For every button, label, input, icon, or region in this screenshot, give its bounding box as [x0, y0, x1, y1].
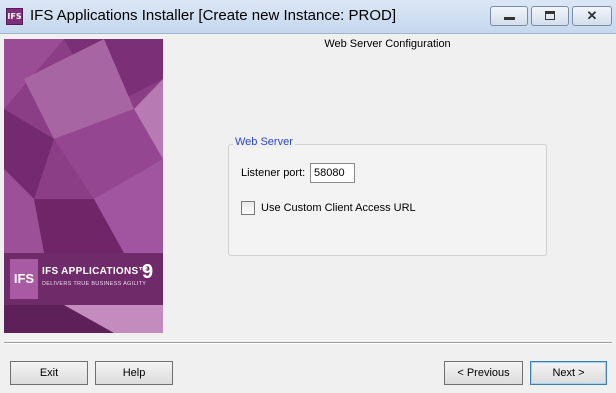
exit-button[interactable]: Exit [10, 361, 88, 385]
web-server-group [228, 144, 547, 256]
previous-button[interactable]: < Previous [444, 361, 523, 385]
installer-window: IFS IFS Applications Installer [Create n… [0, 0, 616, 393]
product-tagline: DELIVERS TRUE BUSINESS AGILITY [42, 281, 147, 287]
next-button[interactable]: Next > [530, 361, 607, 385]
logo-mark: IFS [10, 259, 38, 299]
ifs-app-icon: IFS [6, 8, 23, 25]
close-button[interactable]: ✕ [572, 6, 612, 26]
window-title: IFS Applications Installer [Create new I… [30, 7, 396, 24]
help-button[interactable]: Help [95, 361, 173, 385]
footer-separator [4, 342, 612, 344]
ifs-logo: IFS IFS APPLICATIONS™ 9 DELIVERS TRUE BU… [4, 253, 163, 305]
product-name: IFS APPLICATIONS™ [42, 266, 149, 277]
ifs-banner-image: IFS IFS APPLICATIONS™ 9 DELIVERS TRUE BU… [4, 39, 163, 333]
web-server-group-title: Web Server [233, 136, 295, 148]
title-bar[interactable]: IFS IFS Applications Installer [Create n… [0, 0, 616, 34]
maximize-button[interactable] [531, 6, 569, 26]
page-title: Web Server Configuration [324, 38, 451, 50]
custom-client-url-label[interactable]: Use Custom Client Access URL [261, 202, 416, 214]
close-icon: ✕ [586, 8, 598, 23]
maximize-icon [545, 11, 555, 20]
custom-client-url-checkbox[interactable] [241, 201, 255, 215]
minimize-icon [504, 17, 515, 20]
minimize-button[interactable] [490, 6, 528, 26]
listener-port-label: Listener port: [241, 167, 306, 179]
listener-port-input[interactable] [310, 163, 355, 183]
